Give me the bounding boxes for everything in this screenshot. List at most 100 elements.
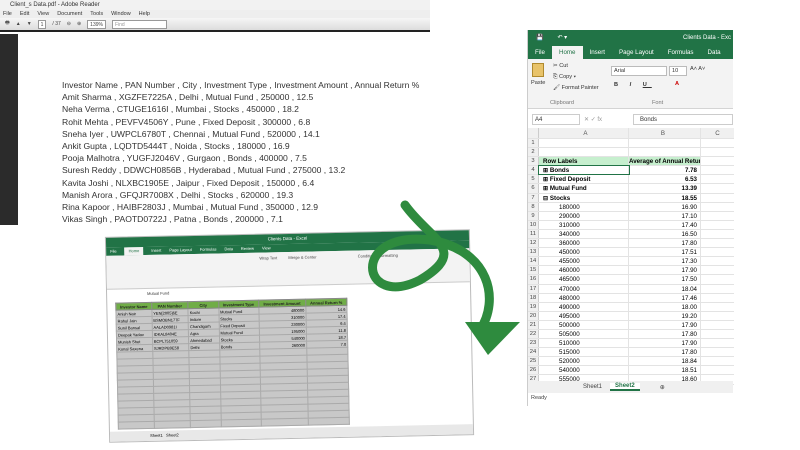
table-cell[interactable] (308, 417, 350, 426)
grow-font-icon[interactable]: A˄ A˅ (690, 66, 705, 72)
tab-page-layout[interactable]: Page Layout (612, 49, 661, 59)
undo-icon[interactable]: ↶ ▾ (557, 34, 567, 41)
cell-b[interactable]: Average of Annual Return % (629, 157, 701, 166)
cell-b[interactable]: 19.20 (629, 311, 701, 320)
tab-home[interactable]: Home (551, 46, 583, 59)
small-tab-view[interactable]: View (262, 244, 271, 252)
paste-icon[interactable] (532, 63, 544, 77)
cell-a[interactable]: 450000 (539, 248, 629, 257)
spreadsheet-grid[interactable]: ABC 1 2 3 Row Labels Average of Annual Retur… (528, 128, 734, 385)
cell-a[interactable]: 290000 (539, 211, 629, 220)
cell-b[interactable]: 18.55 (629, 193, 701, 202)
cell-a[interactable]: 310000 (539, 220, 629, 229)
cell-b[interactable]: 17.46 (629, 293, 701, 302)
small-tab-file[interactable]: File (110, 248, 117, 256)
cell-c[interactable] (701, 157, 734, 165)
cell-b[interactable]: 17.40 (629, 220, 701, 229)
row-header[interactable]: 2 (528, 148, 539, 157)
small-tab-insert[interactable]: Insert (151, 247, 161, 255)
sheet-tab-sheet1[interactable]: Sheet1 (583, 384, 602, 390)
small-tab-home[interactable]: Home (124, 247, 144, 256)
add-sheet-icon[interactable]: ⊕ (660, 384, 665, 391)
cell-a[interactable]: 470000 (539, 284, 629, 293)
row-header[interactable]: 13 (528, 248, 539, 257)
cell-c[interactable] (701, 166, 734, 174)
cell-a[interactable] (539, 148, 629, 157)
menu-view[interactable]: View (37, 10, 49, 18)
font-color-icon[interactable]: A (675, 81, 679, 87)
cell-a[interactable]: ⊟ Stocks (539, 193, 629, 202)
cell-a[interactable] (539, 139, 629, 148)
cell-a[interactable]: 495000 (539, 311, 629, 320)
row-header[interactable]: 3 (528, 157, 539, 166)
cell-b[interactable]: 18.04 (629, 284, 701, 293)
sheet-tab-sheet2[interactable]: Sheet2 (610, 383, 640, 391)
cell-c[interactable] (701, 339, 734, 347)
cut-button[interactable]: ✂ Cut (553, 63, 568, 69)
row-header[interactable]: 20 (528, 311, 539, 320)
table-cell[interactable] (118, 421, 155, 430)
cell-a[interactable]: 455000 (539, 257, 629, 266)
cell-b[interactable]: 17.50 (629, 275, 701, 284)
format-painter-button[interactable]: 🖌 Format Painter (553, 85, 599, 91)
find-input[interactable]: Find (111, 19, 167, 29)
cell-a[interactable]: 340000 (539, 229, 629, 239)
cell-c[interactable] (701, 357, 734, 365)
cell-c[interactable] (701, 194, 734, 202)
cell-c[interactable] (701, 303, 734, 311)
page-number-input[interactable]: 1 (37, 19, 47, 29)
cell-b[interactable]: 17.90 (629, 320, 701, 329)
small-tab-review[interactable]: Review (241, 245, 254, 253)
menu-edit[interactable]: Edit (20, 10, 29, 18)
row-header[interactable]: 16 (528, 275, 539, 284)
cell-b[interactable]: 17.30 (629, 257, 701, 266)
cell-b[interactable]: 18.84 (629, 357, 701, 366)
cell-b[interactable]: 17.10 (629, 211, 701, 220)
row-header[interactable]: 5 (528, 175, 539, 184)
cell-a[interactable]: ⊞ Bonds (538, 165, 630, 176)
cell-b[interactable]: 16.50 (629, 229, 701, 239)
small-tab-sheet2[interactable]: Sheet2 (166, 432, 179, 437)
up-arrow-icon[interactable]: ▲ (16, 21, 21, 27)
cell-b[interactable]: 17.80 (629, 329, 701, 339)
tab-formulas[interactable]: Formulas (661, 49, 701, 59)
row-header[interactable]: 19 (528, 302, 539, 311)
cell-c[interactable] (701, 312, 734, 320)
merge-center-button[interactable]: Merge & Center (288, 254, 316, 260)
cell-b[interactable]: 17.51 (629, 248, 701, 257)
row-header[interactable]: 14 (528, 257, 539, 266)
cell-b[interactable]: 17.80 (629, 239, 701, 248)
table-cell[interactable] (220, 419, 261, 427)
cell-c[interactable] (701, 248, 734, 256)
cell-b[interactable]: 18.51 (629, 366, 701, 375)
cell-b[interactable] (629, 148, 701, 157)
cell-b[interactable]: 6.53 (629, 175, 701, 184)
zoom-select[interactable]: 139% (87, 19, 106, 29)
row-header[interactable]: 22 (528, 329, 539, 339)
zoom-in-icon[interactable]: ⊕ (77, 21, 81, 27)
cell-c[interactable] (701, 148, 734, 156)
cell-b[interactable]: 17.90 (629, 339, 701, 348)
row-header[interactable]: 10 (528, 220, 539, 229)
zoom-out-icon[interactable]: ⊖ (67, 21, 71, 27)
cell-a[interactable]: 515000 (539, 348, 629, 357)
cell-c[interactable] (701, 330, 734, 338)
cell-b[interactable]: 16.90 (629, 202, 701, 211)
cell-c[interactable] (701, 203, 734, 211)
cell-a[interactable]: 510000 (539, 339, 629, 348)
row-header[interactable]: 25 (528, 357, 539, 366)
cell-a[interactable]: 360000 (539, 239, 629, 248)
cell-c[interactable] (701, 175, 734, 183)
cell-a[interactable]: 180000 (539, 202, 629, 211)
cell-c[interactable] (701, 294, 734, 302)
cell-a[interactable]: 465000 (539, 275, 629, 284)
tab-data[interactable]: Data (701, 49, 728, 59)
row-header[interactable]: 23 (528, 339, 539, 348)
cell-b[interactable]: 7.78 (629, 166, 701, 175)
cell-c[interactable] (701, 366, 734, 374)
cell-a[interactable]: 540000 (539, 366, 629, 375)
tab-file[interactable]: File (528, 49, 552, 59)
print-icon[interactable]: 🖶 (5, 20, 10, 28)
save-icon[interactable]: 💾 (536, 34, 543, 41)
row-header[interactable]: 1 (528, 139, 539, 148)
